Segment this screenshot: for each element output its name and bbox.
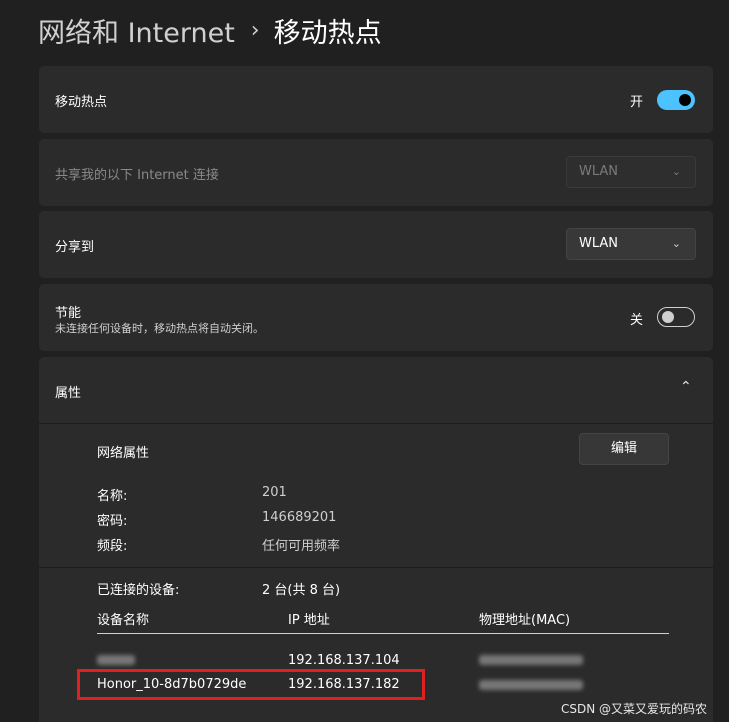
properties-card: 属性 ⌃ 网络属性 编辑 名称: 201 密码: 146689201 频段: 任… xyxy=(39,357,713,722)
properties-label: 属性 xyxy=(55,386,82,401)
power-saving-state-label: 关 xyxy=(630,313,644,328)
share-to-dropdown[interactable]: WLAN ⌄ xyxy=(566,228,696,260)
chevron-up-icon[interactable]: ⌃ xyxy=(680,379,692,395)
redacted-mac-address xyxy=(479,680,583,690)
toggle-knob xyxy=(662,311,674,323)
power-saving-card: 节能 未连接任何设备时，移动热点将自动关闭。 关 xyxy=(39,284,713,351)
watermark: CSDN @又菜又爱玩的码农 xyxy=(561,702,708,716)
hotspot-label: 移动热点 xyxy=(55,95,108,110)
power-saving-title: 节能 xyxy=(55,306,82,321)
share-from-value: WLAN xyxy=(579,164,619,179)
connected-devices-label: 已连接的设备: xyxy=(97,583,180,598)
toggle-knob xyxy=(679,94,691,106)
hotspot-state-label: 开 xyxy=(630,95,644,110)
divider xyxy=(39,423,713,424)
share-from-label: 共享我的以下 Internet 连接 xyxy=(55,168,219,183)
redacted-device-name xyxy=(97,655,135,665)
table-header-divider xyxy=(97,633,669,634)
column-header-device-name: 设备名称 xyxy=(97,613,150,628)
name-value: 201 xyxy=(262,485,287,500)
breadcrumb-parent[interactable]: 网络和 Internet xyxy=(38,11,235,50)
band-value: 任何可用频率 xyxy=(262,539,341,554)
share-from-card: 共享我的以下 Internet 连接 WLAN ⌄ xyxy=(39,139,713,206)
share-from-dropdown[interactable]: WLAN ⌄ xyxy=(566,156,696,188)
page-title: 移动热点 xyxy=(273,17,382,49)
band-label: 频段: xyxy=(97,539,128,554)
password-label: 密码: xyxy=(97,514,128,529)
chevron-down-icon: ⌄ xyxy=(671,237,681,250)
breadcrumb: 网络和 Internet › 移动热点 xyxy=(38,10,382,50)
redacted-mac-address xyxy=(479,655,583,665)
power-saving-description: 未连接任何设备时，移动热点将自动关闭。 xyxy=(55,322,264,335)
hotspot-toggle[interactable] xyxy=(657,90,695,110)
edit-button[interactable]: 编辑 xyxy=(579,433,669,465)
device-ip: 192.168.137.104 xyxy=(288,653,400,668)
chevron-down-icon: ⌄ xyxy=(671,165,681,178)
share-to-value: WLAN xyxy=(579,236,619,251)
column-header-mac: 物理地址(MAC) xyxy=(479,613,571,628)
highlight-box xyxy=(77,669,425,700)
share-to-card: 分享到 WLAN ⌄ xyxy=(39,211,713,278)
column-header-ip: IP 地址 xyxy=(288,613,330,628)
network-properties-label: 网络属性 xyxy=(97,446,150,461)
share-to-label: 分享到 xyxy=(55,240,95,255)
password-value: 146689201 xyxy=(262,510,337,525)
hotspot-card: 移动热点 开 xyxy=(39,66,713,133)
connected-devices-count: 2 台(共 8 台) xyxy=(262,583,341,598)
properties-header[interactable]: 属性 ⌃ xyxy=(39,357,713,423)
power-saving-toggle[interactable] xyxy=(657,307,695,327)
chevron-right-icon: › xyxy=(250,17,260,43)
divider xyxy=(39,567,713,568)
name-label: 名称: xyxy=(97,489,128,504)
